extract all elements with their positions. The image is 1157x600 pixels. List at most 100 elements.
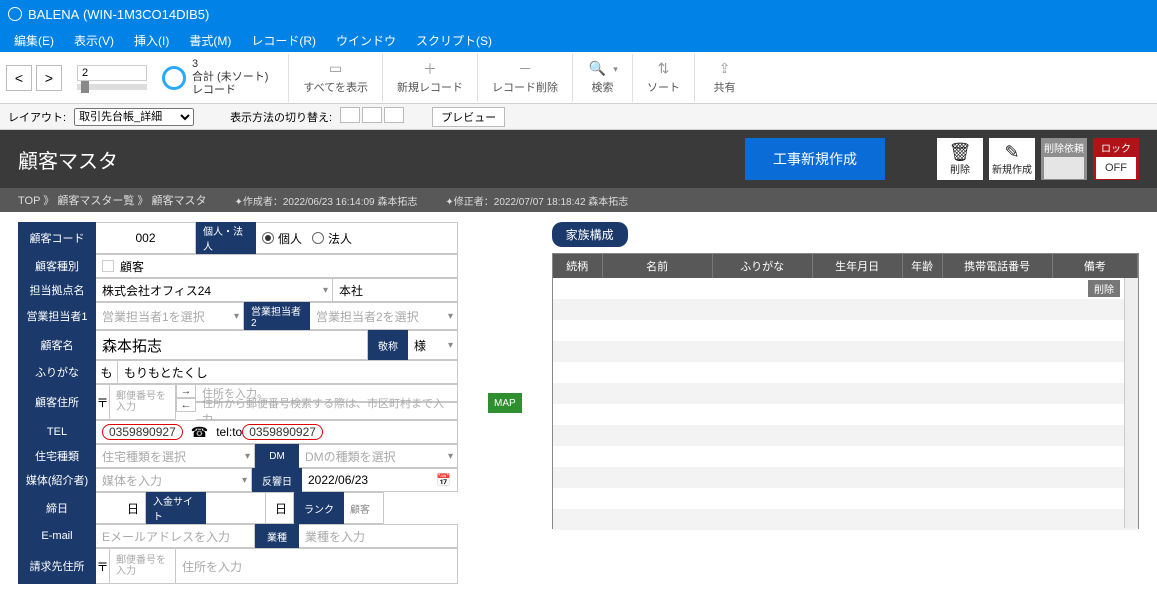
family-row-delete[interactable]: 削除 (1088, 280, 1120, 297)
arrow-right-icon[interactable]: → (176, 384, 196, 398)
sales2-select[interactable]: 営業担当者2を選択 (310, 302, 458, 330)
table-row[interactable] (553, 320, 1138, 341)
table-row[interactable] (553, 509, 1138, 530)
nav-prev-button[interactable]: < (6, 65, 32, 91)
create-button[interactable]: ✎新規作成 (989, 138, 1035, 180)
scrollbar[interactable] (1124, 278, 1138, 528)
sales2-label: 営業担当者2 (244, 302, 310, 330)
radio-corp[interactable] (312, 232, 324, 244)
bill-postal-input[interactable]: 郵便番号を入力 (110, 548, 176, 584)
creator-meta: 2022/06/23 16:14:09 森本拓志 (283, 197, 418, 208)
email-input[interactable]: Eメールアドレスを入力 (96, 524, 255, 548)
record-index-input[interactable] (77, 65, 147, 81)
table-row[interactable] (553, 425, 1138, 446)
map-button[interactable]: MAP (488, 393, 522, 413)
table-row[interactable] (553, 404, 1138, 425)
layout-row: レイアウト: 取引先台帳_詳細 表示方法の切り替え: プレビュー (0, 104, 1157, 130)
toolbar-sort[interactable]: ⇅ ソート (632, 54, 694, 102)
search-icon: 🔍 (587, 61, 607, 77)
menu-bar: 編集(E) 表示(V) 挿入(I) 書式(M) レコード(R) ウインドウ スク… (0, 28, 1157, 52)
page-header: 顧客マスタ 工事新規作成 🗑削除 ✎新規作成 削除依頼 ロックOFF (0, 130, 1157, 188)
tel-value[interactable]: 0359890927 (102, 424, 183, 440)
layout-select[interactable]: 取引先台帳_詳細 (74, 108, 194, 126)
addr-label: 顧客住所 (18, 384, 96, 420)
app-name: BALENA (28, 7, 79, 22)
menu-window[interactable]: ウインドウ (326, 28, 406, 53)
media-label: 媒体(紹介者) (18, 468, 96, 492)
dm-select[interactable]: DMの種類を選択 (299, 444, 458, 468)
toolbar-new-record[interactable]: ＋ 新規レコード (382, 54, 477, 102)
new-job-button[interactable]: 工事新規作成 (745, 138, 885, 180)
lock-state: OFF (1096, 157, 1136, 179)
code-value[interactable]: 002 (96, 222, 196, 254)
postal-input[interactable]: 郵便番号を入力 (110, 384, 176, 420)
honor-select[interactable]: 様 (408, 330, 458, 360)
table-row[interactable] (553, 383, 1138, 404)
indiv-corp-radio[interactable]: 個人 法人 (256, 222, 458, 254)
house-select[interactable]: 住宅種類を選択 (96, 444, 255, 468)
name-value[interactable]: 森本拓志 (96, 330, 368, 360)
tel-label: TEL (18, 420, 96, 444)
customer-form: 顧客コード 002 個人・法人 個人 法人 顧客種別 顧客 担当拠点名 株式会社… (18, 222, 458, 584)
sales1-select[interactable]: 営業担当者1を選択 (96, 302, 244, 330)
arrow-left-icon[interactable]: ← (176, 398, 196, 412)
view-switch-label: 表示方法の切り替え: (230, 109, 332, 125)
addr-line2[interactable]: 住所から郵便番号検索する際は、市区町村まで入力。 (196, 402, 458, 420)
menu-format[interactable]: 書式(M) (179, 28, 241, 53)
branch-label: 担当拠点名 (18, 278, 96, 302)
close-input[interactable]: 日 (96, 492, 146, 524)
menu-view[interactable]: 表示(V) (64, 28, 124, 53)
billaddr-label: 請求先住所 (18, 548, 96, 584)
calendar-icon[interactable]: 📅 (436, 473, 451, 487)
toolbar-share[interactable]: ⇪ 共有 (694, 54, 754, 102)
kana-value[interactable]: もりもとたくし (118, 360, 458, 384)
lock-cell[interactable]: ロックOFF (1093, 138, 1139, 180)
paysite-input[interactable] (206, 492, 266, 524)
toolbar-show-all[interactable]: ▭ すべてを表示 (288, 54, 382, 102)
modifier-meta: 2022/07/07 18:18:42 森本拓志 (494, 197, 629, 208)
tel-prefix: tel:to (216, 425, 242, 439)
toolbar-search[interactable]: 🔍▾ 検索 (572, 54, 632, 102)
table-row[interactable] (553, 467, 1138, 488)
sales1-label: 営業担当者1 (18, 302, 96, 330)
menu-script[interactable]: スクリプト(S) (406, 28, 502, 53)
tel2-value[interactable]: 0359890927 (242, 424, 323, 440)
view-buttons[interactable] (340, 107, 406, 126)
delete-request-cell[interactable]: 削除依頼 (1041, 138, 1087, 180)
rank-value[interactable]: 顧客 (344, 492, 384, 524)
record-slider[interactable] (72, 65, 152, 90)
preview-button[interactable]: プレビュー (432, 107, 505, 127)
family-header: 続柄 名前 ふりがな 生年月日 年齢 携帯電話番号 備考 (553, 254, 1138, 278)
paysite-suffix: 日 (266, 492, 294, 524)
branch-select[interactable]: 株式会社オフィス24 (96, 278, 333, 302)
resp-date[interactable]: 2022/06/23📅 (302, 468, 458, 492)
family-body[interactable]: 削除 (553, 278, 1138, 528)
table-row[interactable] (553, 299, 1138, 320)
type-checkbox[interactable] (102, 260, 114, 272)
menu-edit[interactable]: 編集(E) (4, 28, 64, 53)
media-input[interactable]: 媒体を入力 (96, 468, 252, 492)
table-row[interactable] (553, 488, 1138, 509)
record-count: 3 合計 (未ソート) レコード (162, 58, 268, 98)
delete-button[interactable]: 🗑削除 (937, 138, 983, 180)
menu-record[interactable]: レコード(R) (241, 28, 326, 53)
share-icon: ⇪ (714, 61, 734, 77)
toolbar-delete-record[interactable]: － レコード削除 (477, 54, 572, 102)
kana-prefix: も (96, 360, 118, 384)
phone-icon: ☎ (191, 424, 208, 441)
nav-next-button[interactable]: > (36, 65, 62, 91)
menu-insert[interactable]: 挿入(I) (124, 28, 179, 53)
table-row[interactable] (553, 341, 1138, 362)
table-row[interactable] (553, 278, 1138, 299)
radio-indiv[interactable] (262, 232, 274, 244)
biz-input[interactable]: 業種を入力 (299, 524, 458, 548)
breadcrumb[interactable]: TOP 》 顧客マスター覧 》 顧客マスタ (18, 192, 206, 208)
type-value[interactable]: 顧客 (96, 254, 458, 278)
table-row[interactable] (553, 362, 1138, 383)
family-section: 家族構成 続柄 名前 ふりがな 生年月日 年齢 携帯電話番号 備考 削除 (552, 222, 1139, 584)
branch-hq[interactable]: 本社 (333, 278, 458, 302)
record-label: レコード (192, 84, 268, 97)
bill-addr-input[interactable]: 住所を入力 (176, 548, 458, 584)
table-row[interactable] (553, 446, 1138, 467)
show-all-icon: ▭ (326, 61, 346, 77)
